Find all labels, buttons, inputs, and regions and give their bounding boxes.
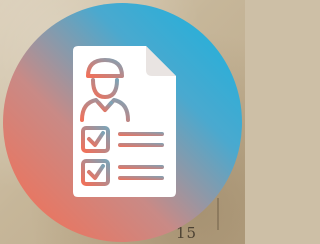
checklist-line-long (118, 165, 164, 169)
checklist-line-short (118, 176, 164, 180)
checklist-line-short (118, 143, 164, 147)
folded-corner (146, 46, 176, 76)
checklist-line-long (118, 132, 164, 136)
employee-checklist-icon (73, 46, 176, 197)
